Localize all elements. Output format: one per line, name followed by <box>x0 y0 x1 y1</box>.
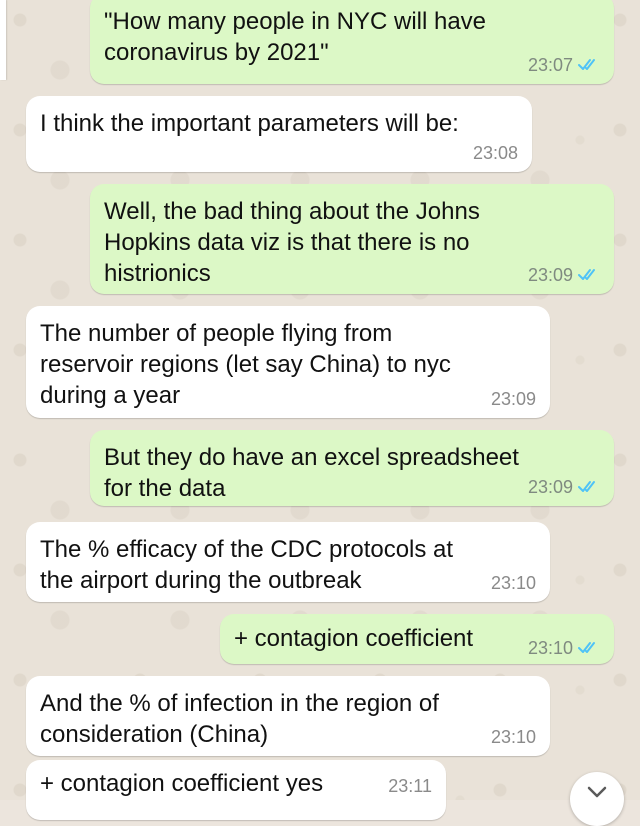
message-time: 23:07 <box>527 55 573 75</box>
message-bubble-incoming[interactable]: And the % of infection in the region of … <box>26 676 550 756</box>
scroll-to-bottom-button[interactable] <box>570 772 624 826</box>
message-time: 23:09 <box>527 265 573 285</box>
message-text: I think the important parameters will be… <box>40 110 459 137</box>
message-time: 23:10 <box>490 727 536 747</box>
message-meta: 23:07 <box>528 55 600 75</box>
message-meta: 23:10 <box>528 638 600 658</box>
message-bubble-incoming[interactable]: + contagion coefficient yes 23:11 <box>26 760 446 820</box>
message-bubble-incoming[interactable]: The number of people flying from reservo… <box>26 306 550 418</box>
message-meta: 23:09 <box>528 265 600 285</box>
message-text: The number of people flying from reservo… <box>40 320 451 409</box>
message-time: 23:11 <box>388 776 432 796</box>
message-bubble-outgoing[interactable]: But they do have an excel spreadsheet fo… <box>90 430 614 506</box>
message-time: 23:10 <box>527 638 573 658</box>
message-text: The % efficacy of the CDC protocols at t… <box>40 536 454 594</box>
message-time: 23:08 <box>472 143 518 163</box>
message-bubble-outgoing[interactable]: Well, the bad thing about the Johns Hopk… <box>90 184 614 294</box>
chat-area[interactable]: "How many people in NYC will have corona… <box>0 0 640 820</box>
message-meta: 23:09 <box>491 389 536 409</box>
chevron-down-icon <box>587 786 607 798</box>
message-time: 23:09 <box>490 389 536 409</box>
message-meta: 23:10 <box>491 727 536 747</box>
message-bubble-outgoing[interactable]: + contagion coefficient 23:10 <box>220 614 614 664</box>
double-check-icon <box>578 268 600 282</box>
double-check-icon <box>578 58 600 72</box>
message-text: But they do have an excel spreadsheet fo… <box>104 444 519 502</box>
message-text: "How many people in NYC will have corona… <box>104 8 487 66</box>
message-bubble-outgoing[interactable]: "How many people in NYC will have corona… <box>90 0 614 84</box>
message-meta: 23:08 <box>473 143 518 163</box>
message-bubble-incoming[interactable]: The % efficacy of the CDC protocols at t… <box>26 522 550 602</box>
message-meta: 23:11 <box>388 776 432 796</box>
message-meta: 23:09 <box>528 477 600 497</box>
message-text: Well, the bad thing about the Johns Hopk… <box>104 198 480 287</box>
double-check-icon <box>578 480 600 494</box>
message-meta: 23:10 <box>491 573 536 593</box>
double-check-icon <box>578 641 600 655</box>
message-text: And the % of infection in the region of … <box>40 690 439 748</box>
message-time: 23:09 <box>527 477 573 497</box>
message-text: + contagion coefficient yes <box>40 770 324 797</box>
message-bubble-incoming[interactable]: I think the important parameters will be… <box>26 96 532 172</box>
message-time: 23:10 <box>490 573 536 593</box>
